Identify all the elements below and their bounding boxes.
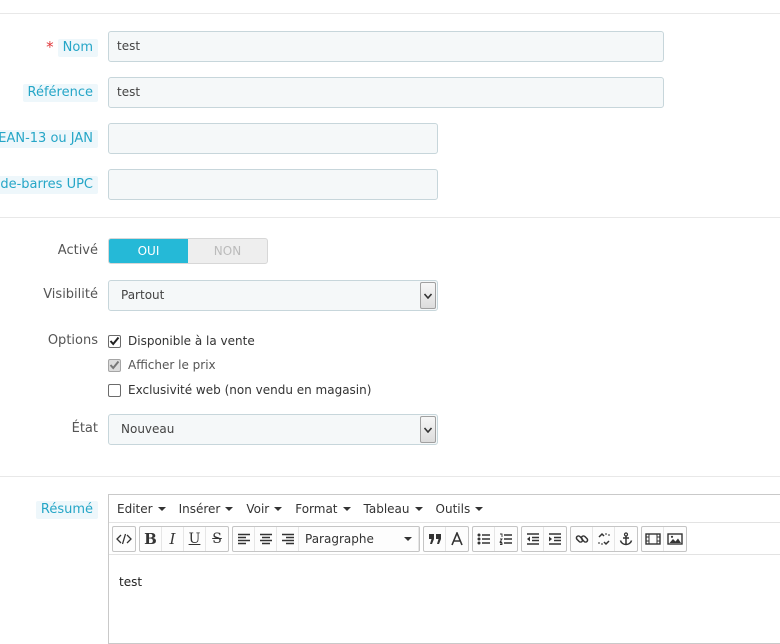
chevron-down-icon[interactable] [420, 416, 436, 443]
upc-label-text: ode-barres UPC [0, 176, 98, 194]
menu-insert[interactable]: Insérer [179, 502, 234, 516]
menu-insert-label: Insérer [178, 501, 221, 516]
strikethrough-icon[interactable]: S [206, 527, 228, 551]
menu-table-label: Tableau [363, 501, 410, 516]
menu-format-label: Format [295, 501, 338, 516]
indent-icon[interactable] [544, 527, 566, 551]
toolbar-group-media [641, 525, 687, 552]
available-for-sale-checkbox[interactable]: Disponible à la vente [108, 332, 255, 350]
options-label-text: Options [47, 333, 98, 348]
toolbar-group-align: Paragraphe [232, 525, 420, 552]
editor-content-area[interactable]: test [109, 555, 780, 609]
summary-label: Résumé [35, 501, 98, 519]
caret-down-icon [475, 506, 484, 511]
condition-select[interactable]: Nouveau [108, 414, 438, 445]
menu-tools[interactable]: Outils [436, 502, 484, 516]
align-right-icon[interactable] [277, 526, 299, 551]
condition-label: État [67, 420, 98, 438]
section-divider-1 [0, 217, 780, 218]
required-mark: * [46, 38, 54, 56]
checkbox-label: Afficher le prix [128, 358, 216, 372]
checkbox-label: Disponible à la vente [128, 334, 255, 348]
editor-menubar: Editer Insérer Voir Format Tableau Outil… [109, 495, 780, 523]
underline-icon[interactable]: U [184, 526, 206, 551]
media-video-icon[interactable] [642, 526, 664, 551]
numbered-list-icon[interactable] [495, 527, 517, 551]
caret-down-icon [414, 506, 423, 511]
menu-edit-label: Editer [117, 501, 153, 516]
visibility-select[interactable]: Partout [108, 280, 438, 311]
bold-icon[interactable]: B [140, 526, 162, 551]
menu-view-label: Voir [246, 501, 270, 516]
reference-label-text: Référence [22, 84, 98, 102]
condition-label-text: État [71, 421, 98, 436]
bullet-list-icon[interactable] [473, 526, 495, 551]
visibility-label-text: Visibilité [43, 287, 98, 302]
caret-down-icon [404, 536, 412, 541]
block-format-value: Paragraphe [305, 531, 374, 546]
condition-selected-value: Nouveau [121, 422, 175, 436]
toolbar-group-text-style: B I U S [139, 525, 229, 552]
align-left-icon[interactable] [233, 526, 255, 551]
reference-label: Référence [22, 84, 98, 102]
unlink-icon[interactable] [593, 526, 615, 551]
ean-label-text: EAN-13 ou JAN [0, 130, 98, 148]
upc-input[interactable] [108, 169, 438, 200]
name-label: * Nom [46, 38, 98, 57]
toggle-on-option[interactable]: OUI [109, 239, 188, 263]
visibility-selected-value: Partout [121, 288, 165, 302]
web-only-checkbox[interactable]: Exclusivité web (non vendu en magasin) [108, 381, 371, 399]
outdent-icon[interactable] [522, 526, 544, 551]
align-center-icon[interactable] [255, 526, 277, 551]
checkbox-label: Exclusivité web (non vendu en magasin) [128, 383, 372, 397]
chevron-down-icon[interactable] [420, 282, 436, 309]
ean-label: EAN-13 ou JAN [0, 130, 98, 148]
menu-table[interactable]: Tableau [364, 502, 423, 516]
menu-edit[interactable]: Editer [117, 502, 166, 516]
anchor-icon[interactable] [615, 527, 637, 551]
section-divider-2 [0, 476, 780, 477]
menu-tools-label: Outils [435, 501, 471, 516]
active-label: Activé [53, 242, 98, 260]
visibility-label: Visibilité [38, 286, 98, 304]
active-label-text: Activé [57, 243, 98, 258]
text-color-icon[interactable] [446, 527, 468, 551]
upc-label: ode-barres UPC [0, 176, 98, 194]
italic-icon[interactable]: I [162, 526, 184, 551]
link-icon[interactable] [571, 526, 593, 551]
block-format-select[interactable]: Paragraphe [299, 526, 419, 551]
editor-toolbar: B I U S Paragraphe [109, 523, 780, 555]
checkbox-checked-disabled-icon[interactable] [108, 358, 121, 372]
checkbox-unchecked-icon[interactable] [108, 383, 121, 397]
caret-down-icon [225, 506, 234, 511]
show-price-checkbox[interactable]: Afficher le prix [108, 356, 216, 374]
source-code-icon[interactable] [113, 527, 135, 551]
summary-label-text: Résumé [35, 501, 98, 519]
caret-down-icon [274, 506, 283, 511]
toolbar-group-quote [423, 525, 469, 552]
summary-rich-text-editor[interactable]: Editer Insérer Voir Format Tableau Outil… [108, 494, 780, 644]
reference-input[interactable]: test [108, 77, 664, 108]
name-label-text: Nom [57, 39, 98, 57]
toolbar-group-lists [472, 525, 518, 552]
active-toggle[interactable]: OUI NON [108, 238, 268, 264]
options-label: Options [43, 332, 98, 350]
ean-input[interactable] [108, 123, 438, 154]
caret-down-icon [342, 506, 351, 511]
checkbox-checked-icon[interactable] [108, 334, 121, 348]
image-icon[interactable] [664, 527, 686, 551]
menu-format[interactable]: Format [295, 501, 351, 516]
top-divider [0, 13, 780, 14]
toolbar-group-indent [521, 525, 567, 552]
caret-down-icon [157, 506, 166, 511]
toolbar-group-links [570, 525, 638, 552]
menu-view[interactable]: Voir [246, 501, 283, 516]
blockquote-icon[interactable] [424, 526, 446, 551]
toggle-off-option[interactable]: NON [188, 239, 267, 263]
toolbar-group-code [112, 525, 136, 552]
name-input[interactable]: test [108, 31, 664, 62]
